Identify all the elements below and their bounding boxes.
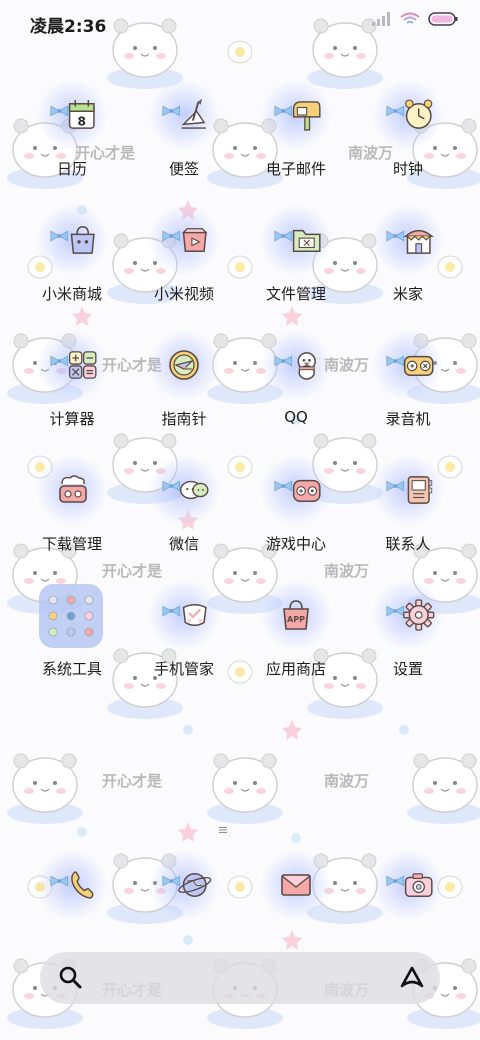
dock-camera[interactable] [348,850,468,960]
dock [0,850,480,940]
wallpaper-text: 南波万 [324,772,369,790]
status-bar: 凌晨2:36 [0,0,480,44]
recorder-icon [403,355,434,377]
app-file-manager[interactable]: 文件管理 [236,205,356,315]
app-label: 系统工具 [41,660,102,678]
house-icon [403,229,434,254]
status-time: 凌晨2:36 [30,17,107,37]
app-clock[interactable]: 时钟 [348,80,468,190]
status-icons [372,12,458,26]
app-label: 小米商城 [41,285,102,303]
app-compass[interactable]: 指南针 [124,330,244,440]
battery-icon [428,12,458,26]
browser-globe-icon [177,873,211,897]
app-label: 录音机 [385,410,431,428]
app-mijia[interactable]: 米家 [348,205,468,315]
search-bar[interactable] [40,952,440,1004]
camera-icon [404,873,433,897]
calendar-date: 8 [77,114,85,128]
app-settings[interactable]: 设置 [348,580,468,690]
wallpaper-text: 开心才是 [102,772,163,790]
app-label: 微信 [168,535,199,553]
wechat-icon [179,480,209,500]
app-label: 便签 [168,160,199,178]
shopping-bag-icon [70,226,95,254]
signal-icon [372,12,390,26]
app-label: 设置 [392,660,423,678]
app-label: 电子邮件 [265,160,326,178]
messages-envelope-icon [281,874,311,896]
app-label: 游戏中心 [265,535,326,553]
app-email[interactable]: 电子邮件 [236,80,356,190]
app-calendar[interactable]: 8 日历 [12,80,132,190]
calculator-icon [68,351,97,379]
app-label: 日历 [56,160,87,178]
app-label: 联系人 [385,535,431,553]
video-icon [181,228,208,252]
app-recorder[interactable]: 录音机 [348,330,468,440]
app-game-center[interactable]: 游戏中心 [236,455,356,565]
app-security[interactable]: 手机管家 [124,580,244,690]
clock-icon [404,99,432,129]
notes-icon [181,98,206,129]
app-label: 计算器 [49,410,95,428]
app-notes[interactable]: 便签 [124,80,244,190]
app-label: QQ [284,408,308,426]
app-label: 指南针 [161,410,207,428]
app-mi-store[interactable]: 小米商城 [12,205,132,315]
calendar-icon: 8 [68,100,95,129]
app-qq[interactable]: QQ [236,330,356,440]
assistant-icon[interactable] [398,964,426,992]
app-wechat[interactable]: 微信 [124,455,244,565]
search-icon[interactable] [58,965,84,991]
app-label: 下载管理 [41,535,102,553]
app-label: 小米视频 [153,285,214,303]
app-store-bag-icon: APP [283,600,309,630]
contacts-book-icon [407,476,432,504]
app-store-badge: APP [287,615,305,624]
gear-icon [402,599,434,631]
mailbox-icon [292,101,321,131]
folder-icon [292,229,321,252]
app-downloads[interactable]: 下载管理 [12,455,132,565]
folder-grid-icon [39,584,103,648]
download-icon [59,475,87,503]
wifi-icon [400,12,420,24]
app-label: 文件管理 [265,285,326,303]
qq-penguin-icon [297,352,316,380]
dock-messages[interactable] [236,850,356,960]
app-contacts[interactable]: 联系人 [348,455,468,565]
phone-icon [70,871,93,899]
app-label: 时钟 [392,160,423,178]
compass-icon [169,350,199,380]
app-mi-video[interactable]: 小米视频 [124,205,244,315]
app-label: 手机管家 [153,660,214,678]
app-label: 米家 [392,285,423,303]
app-calculator[interactable]: 计算器 [12,330,132,440]
app-label: 应用商店 [265,660,326,678]
dock-phone[interactable] [12,850,132,960]
app-folder-system-tools[interactable]: 系统工具 [12,580,132,690]
security-icon [182,603,207,627]
page-indicator[interactable] [219,826,227,834]
app-store[interactable]: APP 应用商店 [236,580,356,690]
gamepad-icon [292,479,321,502]
dock-browser[interactable] [124,850,244,960]
